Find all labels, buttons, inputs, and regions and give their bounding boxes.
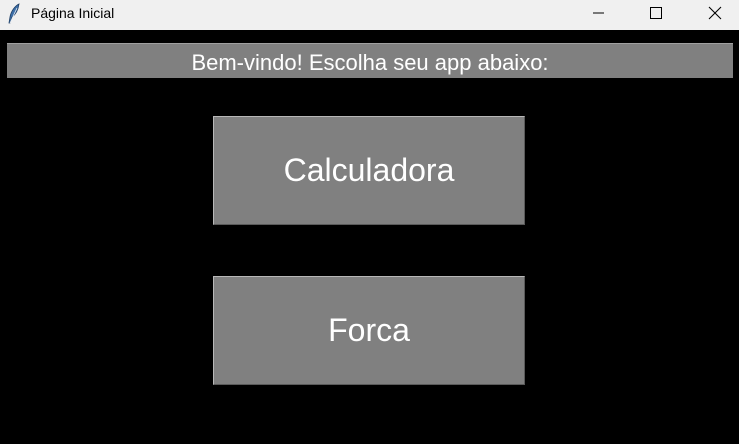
calculadora-button[interactable]: Calculadora [213,116,525,225]
minimize-icon [593,12,604,14]
minimize-button[interactable] [576,0,622,26]
maximize-icon [650,7,662,19]
app-window: Página Inicial Bem-vindo! Escolha seu ap… [0,0,739,444]
feather-icon [6,3,22,25]
title-bar[interactable]: Página Inicial [0,0,739,30]
close-button[interactable] [692,0,738,26]
window-title: Página Inicial [31,5,115,21]
maximize-button[interactable] [633,0,679,26]
welcome-label: Bem-vindo! Escolha seu app abaixo: [7,43,733,78]
forca-button[interactable]: Forca [213,276,525,385]
close-icon [708,6,722,20]
